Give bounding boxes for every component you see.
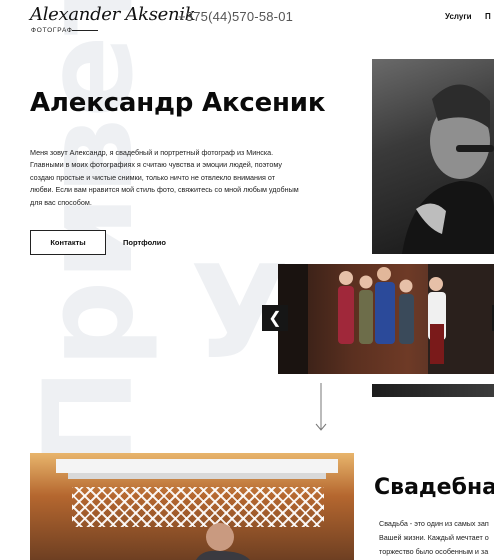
scroll-down-arrow-icon[interactable] <box>313 383 329 433</box>
logo-subtitle: ФОТОГРАФ <box>31 27 73 34</box>
portrait-photo <box>372 59 494 254</box>
nav-item-services[interactable]: Услуги <box>445 12 472 21</box>
contacts-button[interactable]: Контакты <box>30 230 106 255</box>
nav-item-portfolio[interactable]: П <box>485 12 491 21</box>
logo[interactable]: Alexander Aksenik <box>30 4 196 25</box>
page-title: Александр Аксеник <box>30 88 326 118</box>
wedding-photo <box>30 453 354 560</box>
wedding-text-line: Вашей жизни. Каждый мечтает о <box>379 533 489 542</box>
group-figures <box>278 264 494 374</box>
slider-photo <box>278 264 494 374</box>
wedding-section-title: Свадебная <box>374 475 494 500</box>
wedding-section-text: Свадьба - это один из самых зап Вашей жи… <box>379 517 494 560</box>
portrait-figure <box>402 84 494 254</box>
hero-description: Меня зовут Александр, я свадебный и порт… <box>30 148 299 207</box>
wedding-text-line: Свадьба - это один из самых зап <box>379 519 489 528</box>
slider-prev-button[interactable]: ❮ <box>262 305 288 331</box>
portfolio-link[interactable]: Портфолио <box>123 238 166 247</box>
gallery-strip-photo <box>372 384 494 397</box>
chevron-left-icon: ❮ <box>268 310 282 327</box>
site-header: Alexander Aksenik ФОТОГРАФ +375(44)570-5… <box>0 0 494 45</box>
wedding-text-line: торжество было особенным и за <box>379 547 489 556</box>
logo-underline <box>72 30 98 31</box>
phone-link[interactable]: +375(44)570-58-01 <box>178 9 293 24</box>
wedding-figure <box>196 523 250 560</box>
